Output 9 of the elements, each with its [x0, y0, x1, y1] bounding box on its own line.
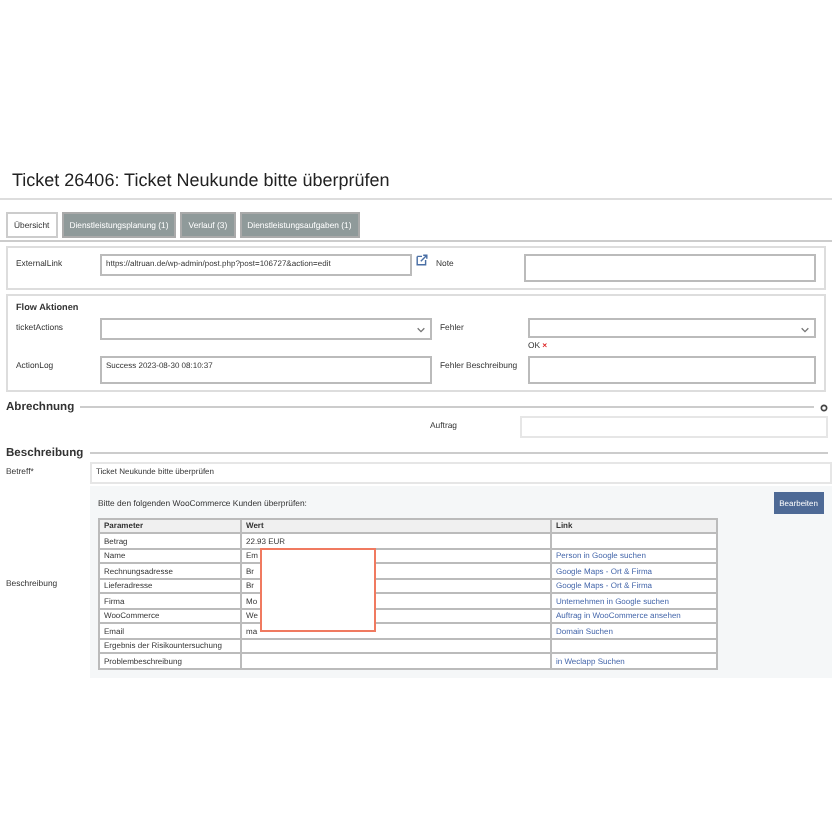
- caret-icon: [416, 325, 426, 333]
- dropdown[interactable]: [100, 318, 432, 340]
- caret-icon: [800, 325, 810, 333]
- input-field[interactable]: [528, 355, 816, 383]
- redaction-box: [260, 548, 376, 632]
- note-field[interactable]: [524, 254, 816, 282]
- dropdown[interactable]: [528, 318, 816, 337]
- page-title: Ticket 26406: Ticket Neukunde bitte überprüfen: [0, 170, 832, 200]
- external-link-icon[interactable]: [416, 254, 428, 266]
